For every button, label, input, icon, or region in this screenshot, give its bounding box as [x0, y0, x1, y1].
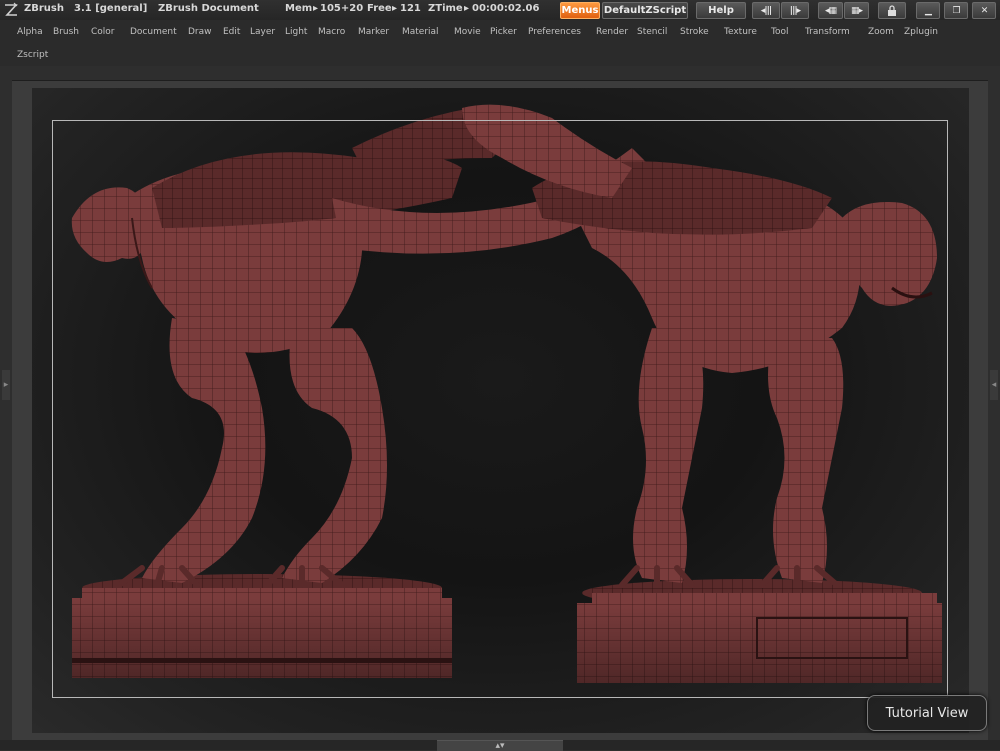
- help-button[interactable]: Help: [696, 2, 746, 19]
- document-title: ZBrush Document: [158, 3, 259, 14]
- menu-layer[interactable]: Layer: [250, 27, 275, 37]
- menu-stroke[interactable]: Stroke: [680, 27, 709, 37]
- right-pedestal: [577, 579, 942, 683]
- menu-brush[interactable]: Brush: [53, 27, 79, 37]
- left-pedestal: [72, 574, 452, 678]
- bottom-tray-toggle-icon[interactable]: ▴▾: [437, 740, 563, 751]
- mem-indicator-icon: ▸: [313, 3, 319, 14]
- tutorial-view-button[interactable]: Tutorial View: [867, 695, 987, 731]
- document-canvas[interactable]: [32, 88, 969, 733]
- left-tray-toggle-icon[interactable]: ▸: [2, 370, 10, 400]
- menu-texture[interactable]: Texture: [724, 27, 757, 37]
- ztime-indicator-icon: ▸: [464, 3, 470, 14]
- mem-label: Mem: [285, 3, 313, 14]
- lock-icon[interactable]: [878, 2, 906, 19]
- layout-right-icon[interactable]: ▦▸: [844, 2, 869, 19]
- menu-zscript[interactable]: Zscript: [17, 50, 48, 60]
- right-tray-toggle-icon[interactable]: ◂: [990, 370, 998, 400]
- collapse-left-icon[interactable]: ◂|||: [752, 2, 780, 19]
- collapse-right-icon[interactable]: |||▸: [781, 2, 809, 19]
- dinosaur-models-render: [71, 104, 942, 683]
- menu-edit[interactable]: Edit: [223, 27, 240, 37]
- menu-material[interactable]: Material: [402, 27, 439, 37]
- menu-stencil[interactable]: Stencil: [637, 27, 667, 37]
- menu-macro[interactable]: Macro: [318, 27, 345, 37]
- menu-color[interactable]: Color: [91, 27, 115, 37]
- minimize-icon[interactable]: ▁: [916, 2, 940, 19]
- menus-button[interactable]: Menus: [560, 2, 600, 19]
- menu-tool[interactable]: Tool: [771, 27, 788, 37]
- menu-zoom[interactable]: Zoom: [868, 27, 894, 37]
- menu-picker[interactable]: Picker: [490, 27, 517, 37]
- title-bar: ZBrush 3.1 [general] ZBrush Document Mem…: [0, 0, 1000, 20]
- menu-document[interactable]: Document: [130, 27, 177, 37]
- menu-draw[interactable]: Draw: [188, 27, 212, 37]
- layout-left-icon[interactable]: ◂▦: [818, 2, 843, 19]
- restore-icon[interactable]: ❐: [944, 2, 968, 19]
- menu-preferences[interactable]: Preferences: [528, 27, 581, 37]
- mem-value: 105+20: [320, 3, 364, 14]
- menu-bar: Alpha Brush Color Document Draw Edit Lay…: [0, 20, 1000, 66]
- menu-alpha[interactable]: Alpha: [17, 27, 43, 37]
- app-name: ZBrush: [24, 3, 64, 14]
- ztime-label: ZTime: [428, 3, 463, 14]
- menu-marker[interactable]: Marker: [358, 27, 389, 37]
- menu-transform[interactable]: Transform: [805, 27, 850, 37]
- ztime-value: 00:00:02.06: [472, 3, 540, 14]
- menu-zplugin[interactable]: Zplugin: [904, 27, 938, 37]
- free-label: Free: [367, 3, 392, 14]
- menu-movie[interactable]: Movie: [454, 27, 481, 37]
- menu-light[interactable]: Light: [285, 27, 307, 37]
- right-dinosaur: [462, 104, 937, 588]
- zbrush-logo-icon: [5, 2, 18, 16]
- free-indicator-icon: ▸: [392, 3, 398, 14]
- free-value: 121: [400, 3, 421, 14]
- menu-render[interactable]: Render: [596, 27, 628, 37]
- default-zscript-button[interactable]: DefaultZScript: [602, 2, 688, 19]
- close-icon[interactable]: ✕: [972, 2, 996, 19]
- app-version: 3.1 [general]: [74, 3, 148, 14]
